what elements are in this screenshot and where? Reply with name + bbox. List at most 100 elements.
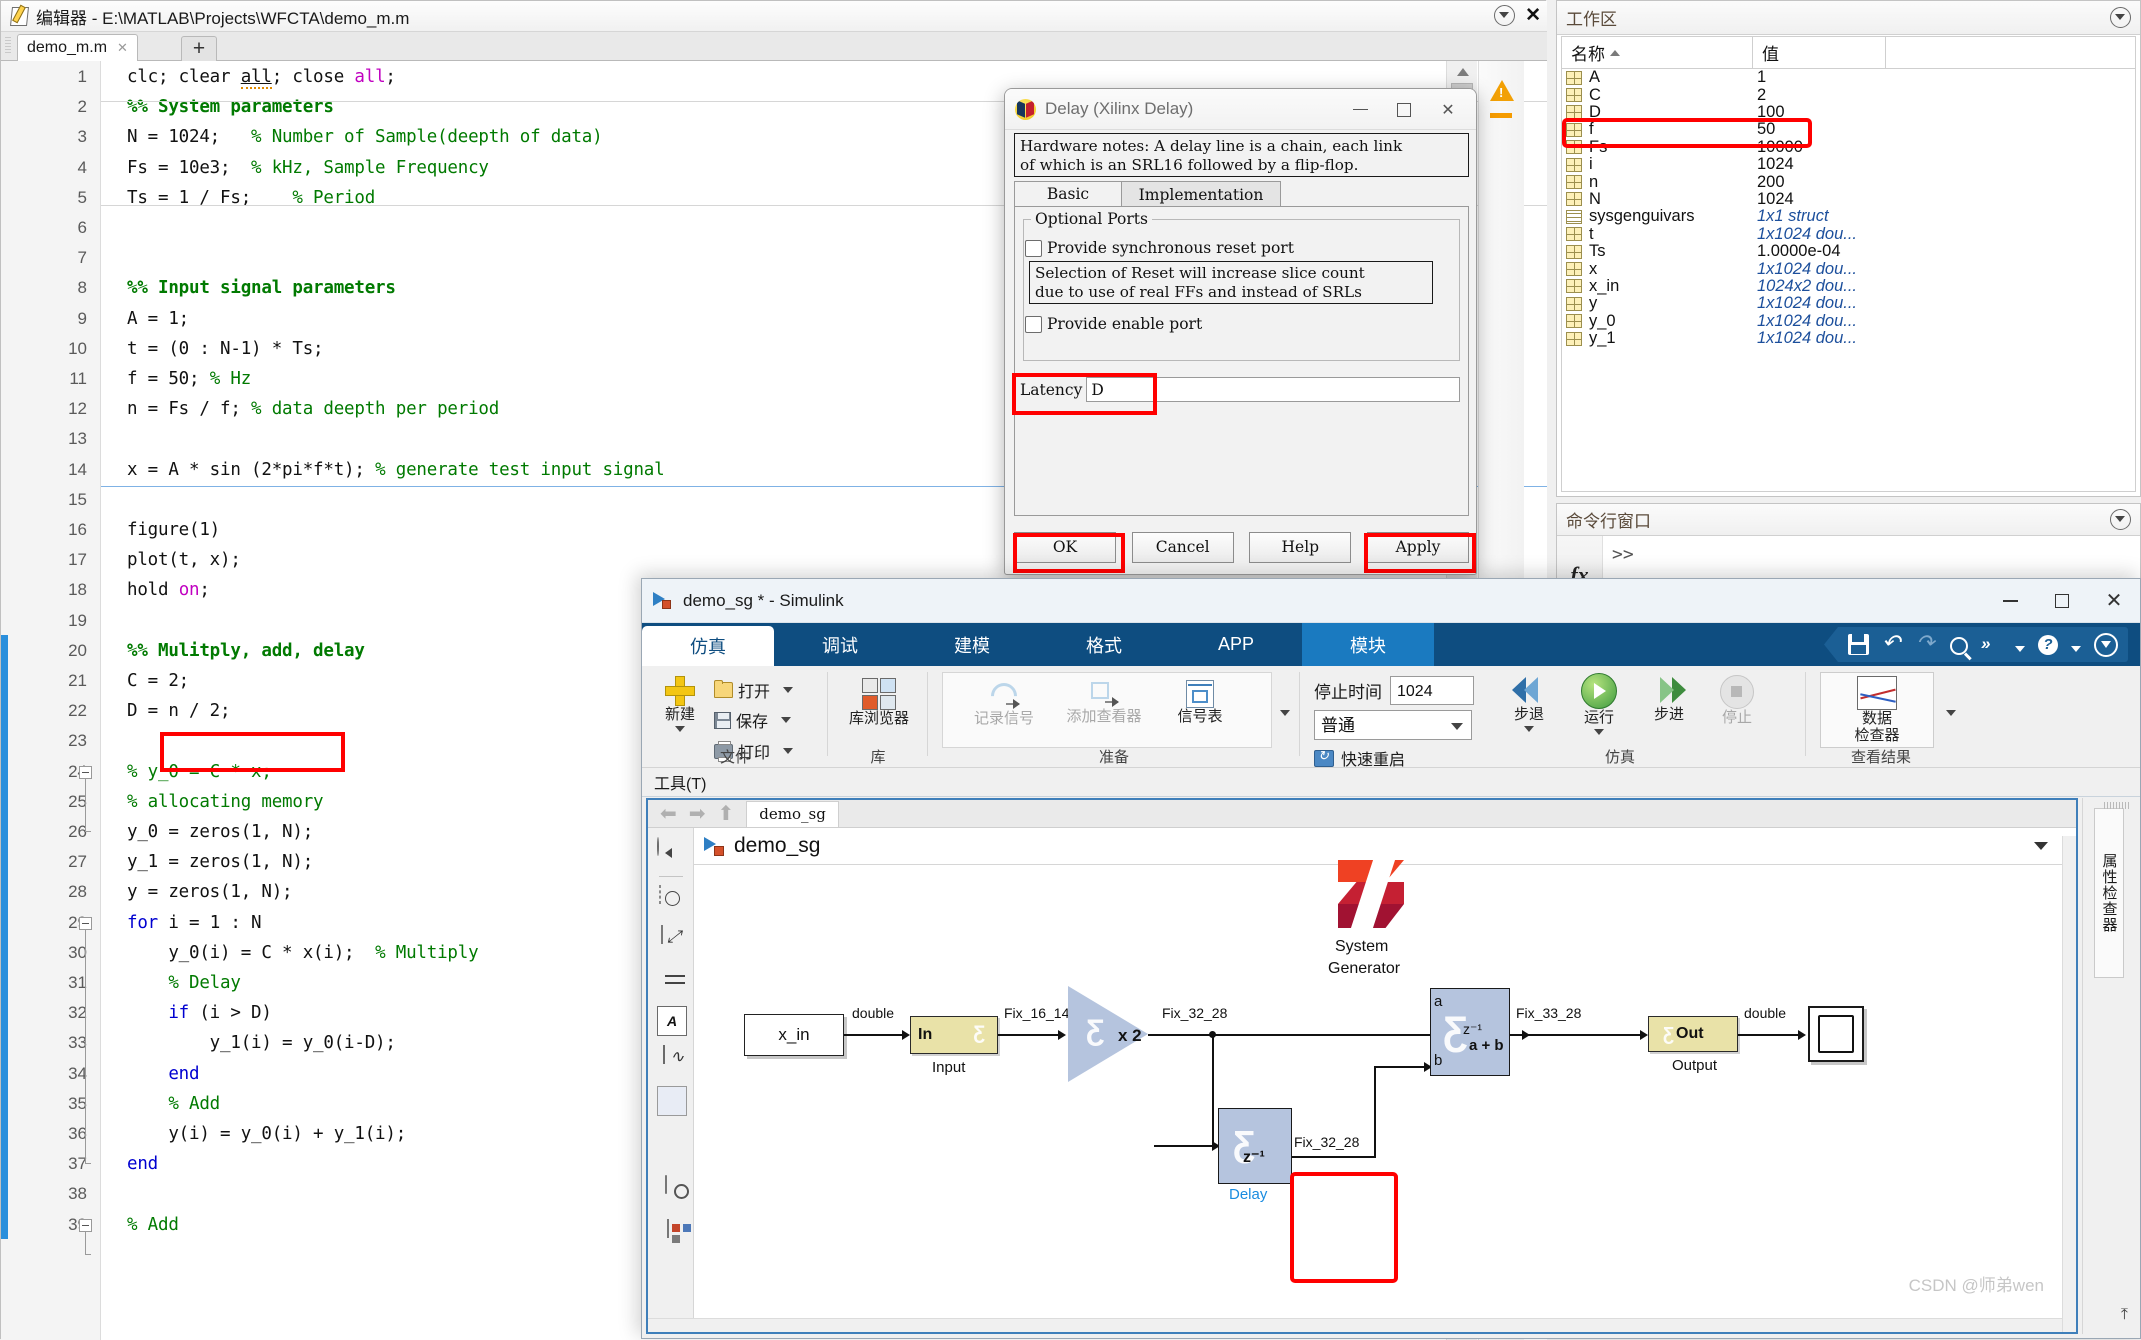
block-scope[interactable]	[1808, 1006, 1864, 1062]
sidebar-grip-icon[interactable]	[2104, 802, 2130, 809]
convert-icon[interactable]: »	[1981, 634, 2002, 655]
code-line[interactable]: y = zeros(1, N);	[127, 882, 293, 902]
fold-toggle[interactable]	[79, 916, 92, 930]
fit-to-view-icon[interactable]	[661, 925, 663, 944]
scope-icon[interactable]	[663, 1045, 665, 1064]
code-line[interactable]: plot(t, x);	[127, 550, 241, 570]
ok-button[interactable]: OK	[1014, 531, 1116, 563]
step-back-button[interactable]: 步退	[1500, 674, 1558, 732]
workspace-variable-list[interactable]: A 1 C 2 D 100 f 50 Fs 10000 i 1024 n 200 N 1024 sysgengu…	[1561, 69, 2136, 492]
tab-implementation[interactable]: Implementation	[1121, 181, 1281, 207]
chevron-down-icon[interactable]	[1494, 5, 1516, 26]
code-line[interactable]: clc; clear all; close all;	[127, 67, 396, 89]
step-back-caret-icon[interactable]	[1524, 726, 1534, 732]
workspace-row[interactable]: n 200	[1562, 173, 2135, 191]
code-line[interactable]: % Add	[127, 1094, 220, 1114]
code-line[interactable]: %% Mulitply, add, delay	[127, 641, 365, 661]
library-browser-button[interactable]: 库浏览器	[845, 678, 913, 727]
log-signal-button[interactable]: 记录信号	[958, 677, 1050, 727]
code-line[interactable]: D = n / 2;	[127, 701, 231, 721]
code-line[interactable]: end	[127, 1154, 158, 1174]
report-icon[interactable]	[667, 1219, 669, 1238]
dialog-minimize-button[interactable]	[1338, 89, 1382, 130]
tab-basic[interactable]: Basic	[1014, 181, 1122, 207]
chevron-down-icon[interactable]	[2110, 7, 2131, 28]
workspace-row[interactable]: N 1024	[1562, 190, 2135, 208]
checkbox-row-enable-port[interactable]: Provide enable port	[1025, 315, 1202, 333]
tab-close-icon[interactable]: ✕	[117, 40, 128, 56]
code-line[interactable]: f = 50; % Hz	[127, 369, 251, 389]
save-icon[interactable]	[1848, 634, 1869, 655]
code-line[interactable]: % y_0 = C * x;	[127, 762, 272, 782]
fold-toggle[interactable]	[79, 765, 92, 779]
simulink-close-button[interactable]: ✕	[2088, 579, 2140, 623]
code-line[interactable]: figure(1)	[127, 520, 220, 540]
workspace-row[interactable]: f 50	[1562, 120, 2135, 138]
block-x-in[interactable]: x_in	[744, 1014, 844, 1056]
tools-menu[interactable]: 工具(T)	[654, 770, 706, 794]
code-line[interactable]: n = Fs / f; % data deepth per period	[127, 399, 499, 419]
search-icon[interactable]	[1950, 636, 1968, 655]
workspace-row[interactable]: C2	[1562, 86, 2135, 104]
property-inspector-tab[interactable]: 属性检查器	[2094, 808, 2124, 978]
code-line[interactable]: y_1(i) = y_0(i-D);	[127, 1033, 396, 1053]
annotation-icon[interactable]: A	[657, 1006, 687, 1036]
simulink-maximize-button[interactable]	[2036, 579, 2088, 623]
model-canvas[interactable]: demo_sg x_in double In Ƹ Input Fix_16_14…	[694, 828, 2062, 1318]
code-line[interactable]: y_0(i) = C * x(i); % Multiply	[127, 943, 478, 963]
fold-toggle[interactable]	[79, 1218, 92, 1232]
simulink-minimize-button[interactable]	[1984, 579, 2036, 623]
code-line[interactable]: end	[127, 1064, 199, 1084]
code-line[interactable]: for i = 1 : N	[127, 913, 262, 933]
dialog-maximize-button[interactable]	[1382, 89, 1426, 130]
workspace-row[interactable]: y_1 1x1024 dou...	[1562, 329, 2135, 347]
prepare-more-caret-icon[interactable]	[1280, 710, 1290, 716]
column-header-value[interactable]: 值	[1753, 37, 1886, 68]
checkbox-row-sync-reset[interactable]: Provide synchronous reset port	[1025, 239, 1294, 257]
help-button[interactable]: Help	[1249, 531, 1352, 563]
undo-icon[interactable]: ↶	[1882, 632, 1903, 655]
code-line[interactable]: A = 1;	[127, 309, 189, 329]
open-button[interactable]: 打开	[714, 678, 794, 702]
ribbon-tab-debug[interactable]: 调试	[774, 623, 906, 666]
nav-forward-icon[interactable]: ➡	[689, 801, 706, 826]
open-caret-icon[interactable]	[783, 687, 794, 693]
canvas-horizontal-scrollbar[interactable]	[648, 1318, 2062, 1332]
block-gateway-in[interactable]: In Ƹ	[910, 1016, 998, 1054]
workspace-row[interactable]: Fs 10000	[1562, 138, 2135, 156]
blank-block-icon[interactable]	[657, 1086, 687, 1116]
convert-caret-icon[interactable]	[2015, 645, 2025, 652]
ribbon-tab-block[interactable]: 模块	[1302, 623, 1434, 666]
checkbox-sync-reset[interactable]	[1025, 239, 1042, 257]
scroll-to-top-icon[interactable]: ⤒	[2121, 1306, 2128, 1324]
warning-marker-icon[interactable]	[1490, 113, 1512, 118]
workspace-row[interactable]: x_in 1024x2 dou...	[1562, 277, 2135, 295]
oval-caret-icon[interactable]	[2094, 632, 2118, 657]
code-line[interactable]: hold on;	[127, 580, 210, 600]
checkbox-enable-port[interactable]	[1025, 315, 1042, 333]
canvas-caret-icon[interactable]	[2034, 842, 2048, 850]
zoom-region-icon[interactable]	[659, 885, 661, 904]
ribbon-tab-format[interactable]: 格式	[1038, 623, 1170, 666]
canvas-vertical-scrollbar[interactable]	[2062, 836, 2076, 1332]
help-icon[interactable]: ?	[2038, 634, 2058, 655]
code-line[interactable]: y_1 = zeros(1, N);	[127, 852, 313, 872]
workspace-row[interactable]: t 1x1024 dou...	[1562, 225, 2135, 243]
apply-button[interactable]: Apply	[1366, 531, 1469, 563]
workspace-row[interactable]: x 1x1024 dou...	[1562, 260, 2135, 278]
code-line[interactable]: % allocating memory	[127, 792, 324, 812]
results-more-caret-icon[interactable]	[1946, 710, 1956, 716]
column-header-name[interactable]: 名称	[1562, 37, 1753, 68]
code-line[interactable]: C = 2;	[127, 671, 189, 691]
chevron-down-icon[interactable]	[2110, 509, 2131, 530]
code-line[interactable]: Fs = 10e3; % kHz, Sample Frequency	[127, 158, 489, 178]
new-caret-icon[interactable]	[675, 726, 685, 732]
breadcrumb-tab-demo-sg[interactable]: demo_sg	[746, 800, 839, 827]
workspace-row[interactable]: i 1024	[1562, 155, 2135, 173]
warning-triangle-icon[interactable]	[1490, 80, 1514, 101]
latency-input[interactable]: D	[1086, 377, 1460, 402]
code-line[interactable]: % Add	[127, 1215, 179, 1235]
dialog-close-button[interactable]: ✕	[1426, 89, 1470, 130]
block-delay[interactable]: Ƹ z⁻¹	[1218, 1108, 1292, 1184]
code-line[interactable]: y_0 = zeros(1, N);	[127, 822, 313, 842]
